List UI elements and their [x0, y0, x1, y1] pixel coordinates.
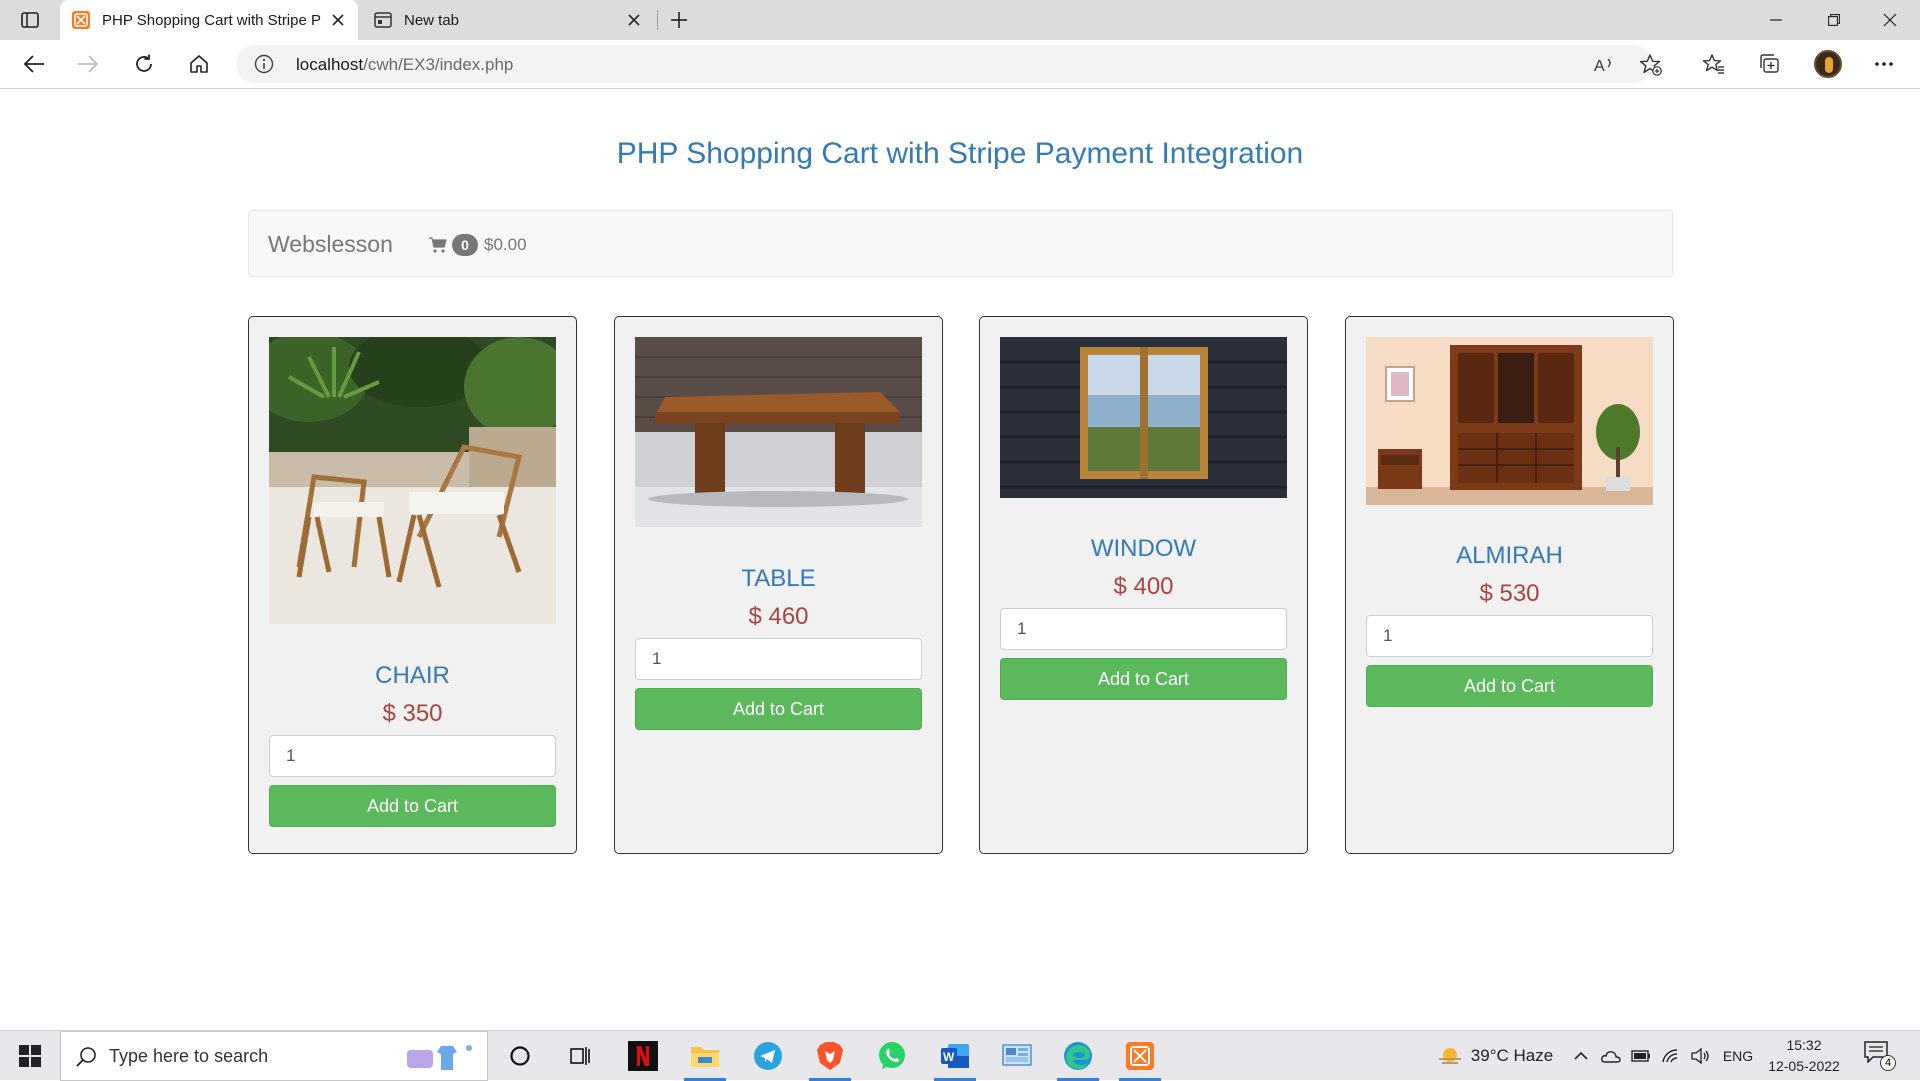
- cortana-icon[interactable]: [495, 1031, 545, 1081]
- word-icon[interactable]: W: [930, 1031, 980, 1081]
- quantity-input[interactable]: [269, 735, 556, 777]
- tab-shopping-cart[interactable]: PHP Shopping Cart with Stripe P: [60, 0, 358, 40]
- product-price: $ 460: [748, 603, 809, 630]
- cart-count-badge: 0: [452, 234, 478, 256]
- forward-arrow-icon[interactable]: [70, 48, 106, 80]
- back-arrow-icon[interactable]: [16, 48, 52, 80]
- search-placeholder: Type here to search: [109, 1046, 269, 1066]
- add-to-cart-button[interactable]: Add to Cart: [635, 688, 922, 730]
- product-price: $ 400: [1113, 573, 1174, 600]
- home-icon[interactable]: [181, 48, 217, 80]
- restore-icon[interactable]: [1806, 0, 1862, 40]
- show-hidden-icons-chevron-icon[interactable]: [1572, 1031, 1590, 1081]
- site-info-icon[interactable]: [254, 54, 274, 74]
- close-tab-icon[interactable]: [620, 6, 648, 34]
- url-text: localhost/cwh/EX3/index.php: [296, 55, 514, 74]
- input-language[interactable]: ENG: [1718, 1031, 1758, 1081]
- collections-icon[interactable]: [1752, 48, 1788, 80]
- telegram-icon[interactable]: [743, 1031, 793, 1081]
- browser-tab-strip: PHP Shopping Cart with Stripe P New tab: [0, 0, 1920, 40]
- minimize-icon[interactable]: [1748, 0, 1804, 40]
- product-image-almirah: [1366, 337, 1653, 505]
- favorites-icon[interactable]: [1696, 48, 1732, 80]
- search-highlight-icon: [407, 1045, 472, 1070]
- product-card-table: TABLE $ 460 Add to Cart: [614, 316, 943, 854]
- windows-taskbar: Type here to search W 39°C Haze ENG 15:3…: [0, 1030, 1920, 1081]
- xampp-icon: [72, 11, 90, 29]
- wifi-icon[interactable]: [1658, 1031, 1684, 1081]
- product-name: WINDOW: [1090, 535, 1197, 562]
- clock-time: 15:32: [1786, 1037, 1822, 1053]
- file-explorer-icon[interactable]: [680, 1031, 730, 1081]
- weather-haze-icon: [1438, 1048, 1461, 1064]
- control-panel-icon[interactable]: [992, 1031, 1042, 1081]
- quantity-input[interactable]: [635, 638, 922, 680]
- shopping-cart-icon: [429, 237, 447, 253]
- task-view-icon[interactable]: [555, 1031, 605, 1081]
- tab-title: New tab: [404, 11, 460, 29]
- xampp-taskbar-icon[interactable]: [1115, 1031, 1165, 1081]
- whatsapp-icon[interactable]: [867, 1031, 917, 1081]
- edge-browser-icon[interactable]: [1053, 1031, 1103, 1081]
- onedrive-cloud-icon[interactable]: [1598, 1031, 1624, 1081]
- read-aloud-icon[interactable]: A: [1594, 54, 1616, 76]
- cart-total: $0.00: [484, 235, 527, 254]
- add-to-cart-button[interactable]: Add to Cart: [1366, 665, 1653, 707]
- svg-text:A: A: [1594, 58, 1605, 75]
- svg-text:W: W: [943, 1050, 955, 1064]
- add-to-cart-button[interactable]: Add to Cart: [1000, 658, 1287, 700]
- brave-browser-icon[interactable]: [805, 1031, 855, 1081]
- windows-start-icon[interactable]: [0, 1031, 60, 1081]
- product-price: $ 530: [1479, 580, 1540, 607]
- address-bar[interactable]: localhost/cwh/EX3/index.php A: [236, 45, 1662, 83]
- tab-title: PHP Shopping Cart with Stripe P: [102, 11, 322, 29]
- add-favorite-icon[interactable]: [1640, 54, 1662, 76]
- tab-actions-icon[interactable]: [14, 8, 46, 32]
- product-name: TABLE: [741, 565, 816, 592]
- battery-icon[interactable]: [1628, 1031, 1654, 1081]
- product-image-table: [635, 337, 922, 527]
- profile-avatar[interactable]: [1810, 48, 1846, 80]
- browser-toolbar: localhost/cwh/EX3/index.php A: [0, 40, 1920, 89]
- taskbar-search-box[interactable]: Type here to search: [60, 1031, 488, 1081]
- netflix-icon[interactable]: [618, 1031, 668, 1081]
- product-card-almirah: ALMIRAH $ 530 Add to Cart: [1345, 316, 1674, 854]
- weather-widget[interactable]: 39°C Haze: [1420, 1031, 1570, 1081]
- product-card-chair: CHAIR $ 350 Add to Cart: [248, 316, 577, 854]
- page-title: PHP Shopping Cart with Stripe Payment In…: [616, 137, 1304, 170]
- cart-summary[interactable]: 0 $0.00: [429, 234, 527, 256]
- product-image-chair: [269, 337, 556, 624]
- page-content: PHP Shopping Cart with Stripe Payment In…: [0, 90, 1920, 1030]
- product-card-window: WINDOW $ 400 Add to Cart: [979, 316, 1308, 854]
- settings-more-icon[interactable]: [1866, 48, 1902, 80]
- quantity-input[interactable]: [1000, 608, 1287, 650]
- navbar: Webslesson 0 $0.00: [248, 210, 1673, 277]
- product-image-window: [1000, 337, 1287, 498]
- reload-icon[interactable]: [126, 48, 162, 80]
- close-tab-icon[interactable]: [324, 6, 352, 34]
- volume-icon[interactable]: [1688, 1031, 1714, 1081]
- notification-count: 4: [1880, 1055, 1896, 1071]
- close-window-icon[interactable]: [1862, 0, 1918, 40]
- brand-link[interactable]: Webslesson: [268, 231, 393, 258]
- new-tab-page-icon: [374, 11, 392, 29]
- action-center-icon[interactable]: 4: [1864, 1041, 1896, 1071]
- product-price: $ 350: [382, 700, 443, 727]
- search-icon: [76, 1047, 96, 1067]
- product-name: CHAIR: [375, 662, 450, 689]
- quantity-input[interactable]: [1366, 615, 1653, 657]
- weather-text: 39°C Haze: [1470, 1046, 1554, 1065]
- product-name: ALMIRAH: [1456, 542, 1563, 569]
- new-tab-plus-icon[interactable]: [664, 6, 694, 34]
- tab-new-tab[interactable]: New tab: [362, 0, 654, 40]
- tab-separator: [657, 10, 658, 30]
- add-to-cart-button[interactable]: Add to Cart: [269, 785, 556, 827]
- system-clock[interactable]: 15:32 12-05-2022: [1764, 1035, 1844, 1077]
- clock-date: 12-05-2022: [1768, 1058, 1840, 1074]
